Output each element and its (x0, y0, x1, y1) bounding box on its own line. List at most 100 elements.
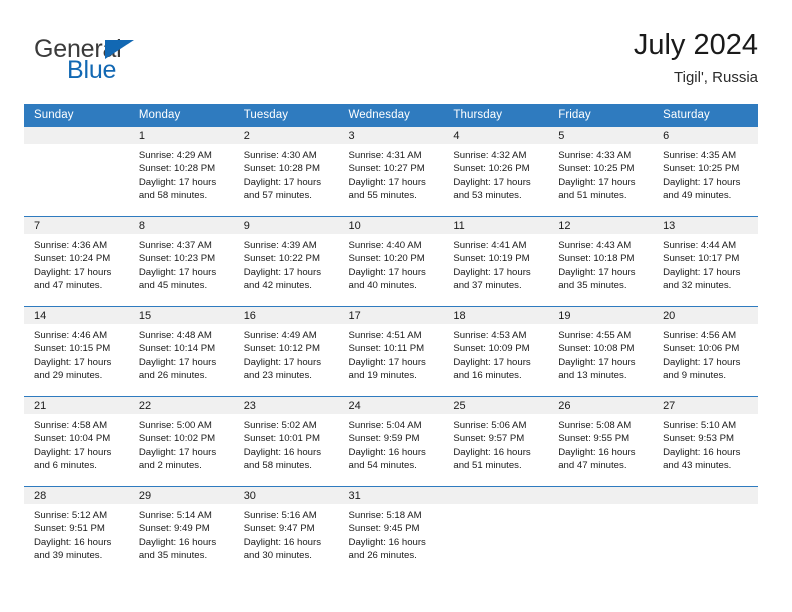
calendar-day-cell[interactable]: 16 Sunrise: 4:49 AM Sunset: 10:12 PM Daylig… (233, 306, 339, 397)
day-number: 16 (233, 307, 339, 324)
brand-logo[interactable]: General Blue (34, 36, 274, 92)
calendar-day-cell[interactable]: 7 Sunrise: 4:36 AM Sunset: 10:24 PM Dayligh… (24, 216, 129, 307)
calendar-day-cell[interactable]: 23 Sunrise: 5:02 AM Sunset: 10:01 PM Daylig… (233, 396, 339, 487)
day-details: Sunrise: 5:14 AM Sunset: 9:49 PM Daylight:… (129, 504, 234, 563)
weekday-header-sunday: Sunday (24, 104, 129, 127)
calendar-day-cell[interactable]: 25 Sunrise: 5:06 AM Sunset: 9:57 PM Dayligh… (443, 396, 549, 487)
calendar-empty-cell (24, 126, 129, 217)
calendar-day-cell[interactable]: 19 Sunrise: 4:55 AM Sunset: 10:08 PM Daylig… (548, 306, 654, 397)
daylight-text-line2: and 51 minutes. (558, 190, 627, 202)
calendar-empty-cell (653, 486, 758, 577)
day-details: Sunrise: 4:33 AM Sunset: 10:25 PM Daylight… (548, 144, 653, 203)
calendar-week-row: 14 Sunrise: 4:46 AM Sunset: 10:15 PM Daylig… (24, 306, 758, 397)
calendar-day-cell[interactable]: 10 Sunrise: 4:40 AM Sunset: 10:20 PM Daylig… (338, 216, 444, 307)
day-details: Sunrise: 5:02 AM Sunset: 10:01 PM Daylight… (234, 414, 339, 473)
calendar-day-cell[interactable]: 11 Sunrise: 4:41 AM Sunset: 10:19 PM Daylig… (443, 216, 549, 307)
day-number: 14 (24, 307, 129, 324)
day-number (548, 487, 654, 504)
calendar-day-cell[interactable]: 5 Sunrise: 4:33 AM Sunset: 10:25 PM Dayligh… (548, 126, 654, 217)
day-number: 30 (233, 487, 339, 504)
sunset-text: Sunset: 10:19 PM (453, 253, 530, 265)
calendar-day-cell[interactable]: 12 Sunrise: 4:43 AM Sunset: 10:18 PM Daylig… (548, 216, 654, 307)
calendar-day-cell[interactable]: 4 Sunrise: 4:32 AM Sunset: 10:26 PM Dayligh… (443, 126, 549, 217)
daylight-text-line2: and 53 minutes. (453, 190, 522, 202)
calendar-table: Sunday Monday Tuesday Wednesday Thursday… (24, 104, 758, 577)
day-number: 31 (338, 487, 444, 504)
sunset-text: Sunset: 10:28 PM (243, 163, 320, 175)
sunrise-text: Sunrise: 4:41 AM (453, 240, 527, 251)
calendar-day-cell[interactable]: 15 Sunrise: 4:48 AM Sunset: 10:14 PM Daylig… (128, 306, 234, 397)
title-block: July 2024 Tigil', Russia (634, 28, 758, 88)
daylight-text-line1: Daylight: 17 hours (34, 446, 112, 458)
day-number: 4 (443, 127, 549, 144)
day-number: 18 (443, 307, 549, 324)
sunset-text: Sunset: 9:51 PM (34, 523, 105, 535)
calendar-day-cell[interactable]: 6 Sunrise: 4:35 AM Sunset: 10:25 PM Dayligh… (653, 126, 758, 217)
daylight-text-line2: and 47 minutes. (34, 280, 103, 292)
calendar-week-row: 28 Sunrise: 5:12 AM Sunset: 9:51 PM Dayligh… (24, 486, 758, 577)
day-number: 21 (24, 397, 129, 414)
sunrise-text: Sunrise: 5:10 AM (663, 420, 737, 431)
sunset-text: Sunset: 9:53 PM (663, 433, 734, 445)
sunset-text: Sunset: 10:27 PM (348, 163, 425, 175)
sunrise-text: Sunrise: 4:29 AM (138, 150, 212, 161)
day-number: 7 (24, 217, 129, 234)
sunset-text: Sunset: 10:14 PM (138, 343, 216, 355)
sunset-text: Sunset: 9:57 PM (453, 433, 525, 445)
calendar-day-cell[interactable]: 2 Sunrise: 4:30 AM Sunset: 10:28 PM Dayligh… (233, 126, 339, 217)
calendar-page: General Blue July 2024 Tigil', Russia Su… (0, 0, 792, 612)
sunrise-text: Sunrise: 4:31 AM (348, 150, 422, 161)
sunrise-text: Sunrise: 4:43 AM (558, 240, 632, 251)
calendar-day-cell[interactable]: 31 Sunrise: 5:18 AM Sunset: 9:45 PM Dayligh… (338, 486, 444, 577)
daylight-text-line2: and 58 minutes. (138, 190, 208, 202)
calendar-day-cell[interactable]: 18 Sunrise: 4:53 AM Sunset: 10:09 PM Daylig… (443, 306, 549, 397)
daylight-text-line2: and 45 minutes. (138, 280, 208, 292)
calendar-day-cell[interactable]: 3 Sunrise: 4:31 AM Sunset: 10:27 PM Dayligh… (338, 126, 444, 217)
daylight-text-line1: Daylight: 17 hours (243, 266, 322, 278)
day-details: Sunrise: 4:48 AM Sunset: 10:14 PM Daylight… (129, 324, 234, 383)
calendar-week-row: 1 Sunrise: 4:29 AM Sunset: 10:28 PM Dayligh… (24, 126, 758, 217)
calendar-day-cell[interactable]: 1 Sunrise: 4:29 AM Sunset: 10:28 PM Dayligh… (128, 126, 234, 217)
daylight-text-line1: Daylight: 17 hours (558, 266, 636, 278)
calendar-day-cell[interactable]: 27 Sunrise: 5:10 AM Sunset: 9:53 PM Dayligh… (653, 396, 758, 487)
daylight-text-line2: and 6 minutes. (34, 460, 97, 472)
daylight-text-line2: and 9 minutes. (663, 370, 726, 382)
sunset-text: Sunset: 10:24 PM (34, 253, 111, 265)
calendar-day-cell[interactable]: 21 Sunrise: 4:58 AM Sunset: 10:04 PM Daylig… (24, 396, 129, 487)
day-details: Sunrise: 4:58 AM Sunset: 10:04 PM Daylight… (24, 414, 129, 473)
daylight-text-line2: and 13 minutes. (558, 370, 627, 382)
day-number: 12 (548, 217, 654, 234)
calendar-day-cell[interactable]: 28 Sunrise: 5:12 AM Sunset: 9:51 PM Dayligh… (24, 486, 129, 577)
calendar-day-cell[interactable]: 29 Sunrise: 5:14 AM Sunset: 9:49 PM Dayligh… (128, 486, 234, 577)
calendar-day-cell[interactable]: 22 Sunrise: 5:00 AM Sunset: 10:02 PM Daylig… (128, 396, 234, 487)
calendar-day-cell[interactable]: 24 Sunrise: 5:04 AM Sunset: 9:59 PM Dayligh… (338, 396, 444, 487)
sunrise-text: Sunrise: 4:48 AM (138, 330, 212, 341)
sunrise-text: Sunrise: 4:55 AM (558, 330, 632, 341)
day-details: Sunrise: 5:08 AM Sunset: 9:55 PM Daylight:… (548, 414, 653, 473)
day-details: Sunrise: 4:37 AM Sunset: 10:23 PM Daylight… (129, 234, 234, 293)
daylight-text-line2: and 42 minutes. (243, 280, 312, 292)
daylight-text-line2: and 39 minutes. (34, 550, 103, 562)
day-number: 28 (24, 487, 129, 504)
day-details: Sunrise: 5:04 AM Sunset: 9:59 PM Daylight:… (339, 414, 444, 473)
calendar-day-cell[interactable]: 17 Sunrise: 4:51 AM Sunset: 10:11 PM Daylig… (338, 306, 444, 397)
calendar-day-cell[interactable]: 30 Sunrise: 5:16 AM Sunset: 9:47 PM Dayligh… (233, 486, 339, 577)
calendar-day-cell[interactable]: 13 Sunrise: 4:44 AM Sunset: 10:17 PM Daylig… (653, 216, 758, 307)
sunset-text: Sunset: 10:15 PM (34, 343, 111, 355)
calendar-day-cell[interactable]: 26 Sunrise: 5:08 AM Sunset: 9:55 PM Dayligh… (548, 396, 654, 487)
calendar-day-cell[interactable]: 8 Sunrise: 4:37 AM Sunset: 10:23 PM Dayligh… (128, 216, 234, 307)
day-number: 23 (233, 397, 339, 414)
calendar-day-cell[interactable]: 20 Sunrise: 4:56 AM Sunset: 10:06 PM Daylig… (653, 306, 758, 397)
daylight-text-line1: Daylight: 16 hours (348, 536, 426, 548)
page-title: July 2024 (633, 29, 758, 61)
daylight-text-line2: and 51 minutes. (453, 460, 522, 472)
day-number: 19 (548, 307, 654, 324)
calendar-day-cell[interactable]: 9 Sunrise: 4:39 AM Sunset: 10:22 PM Dayligh… (233, 216, 339, 307)
daylight-text-line1: Daylight: 17 hours (138, 446, 217, 458)
calendar-day-cell[interactable]: 14 Sunrise: 4:46 AM Sunset: 10:15 PM Daylig… (24, 306, 129, 397)
sunrise-text: Sunrise: 4:30 AM (243, 150, 317, 161)
sunrise-text: Sunrise: 4:39 AM (243, 240, 317, 251)
calendar-empty-cell (548, 486, 654, 577)
sunrise-text: Sunrise: 5:16 AM (243, 510, 317, 521)
sunset-text: Sunset: 10:11 PM (348, 343, 425, 355)
